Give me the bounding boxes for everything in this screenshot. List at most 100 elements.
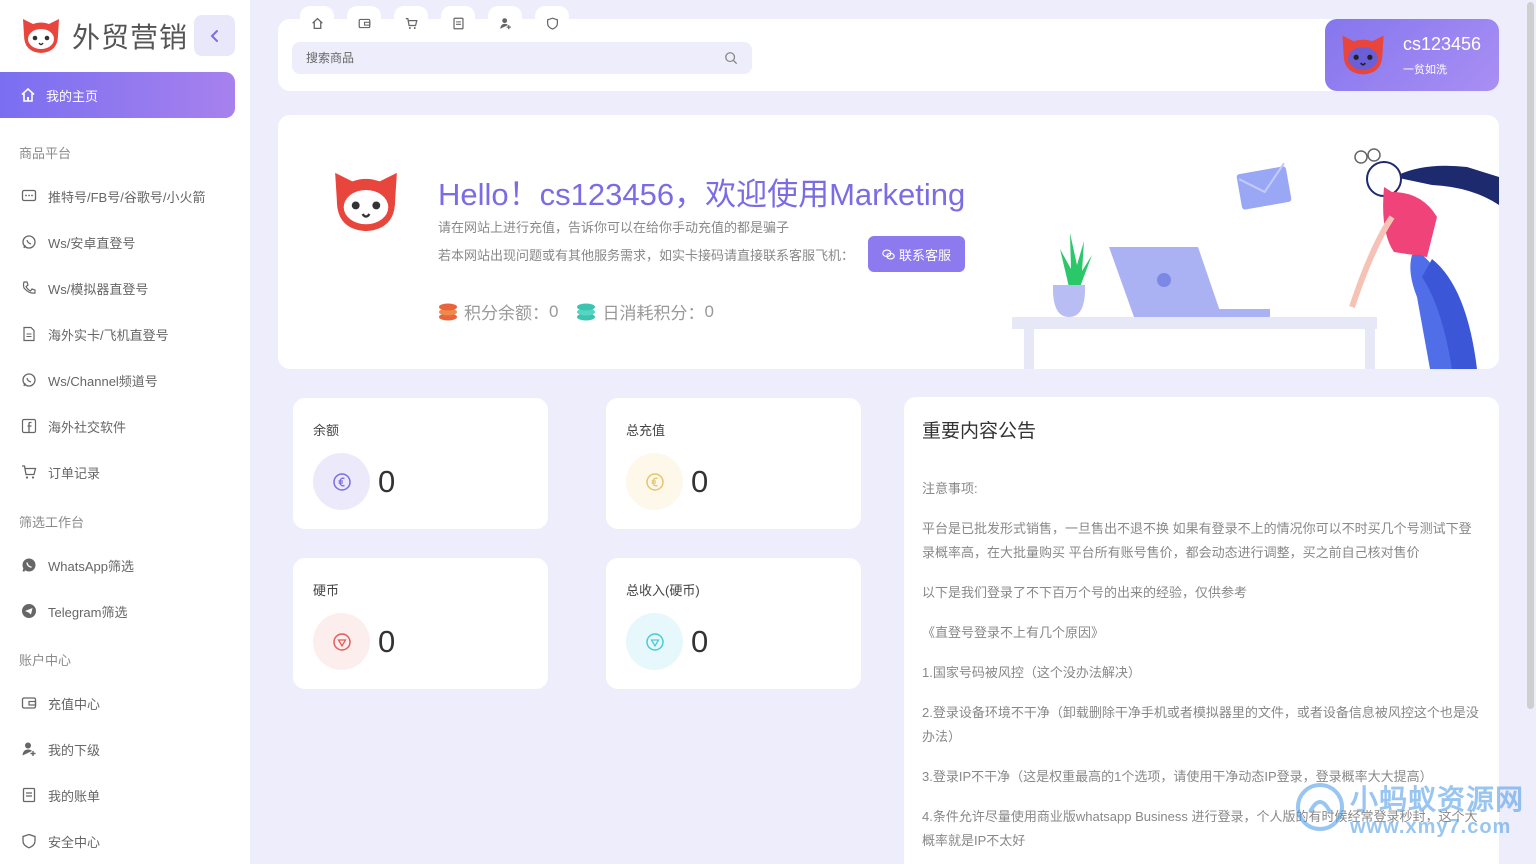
cat-logo-icon bbox=[23, 19, 59, 53]
brand[interactable]: 外贸营销 bbox=[20, 14, 188, 58]
stat-card-balance: 余额 0 bbox=[293, 398, 548, 529]
points-balance-label: 积分余额： bbox=[464, 304, 549, 323]
shield-icon bbox=[546, 17, 558, 30]
quick-tab-cart[interactable] bbox=[394, 6, 428, 40]
sidebar-item-label: WhatsApp筛选 bbox=[48, 558, 134, 574]
sidebar-item-whatsapp-filter[interactable]: WhatsApp筛选 bbox=[0, 550, 250, 580]
cart-icon bbox=[20, 463, 38, 481]
collapse-sidebar-button[interactable] bbox=[194, 15, 235, 56]
stat-icon-circle bbox=[626, 453, 683, 510]
sidebar-item-orders[interactable]: 订单记录 bbox=[0, 457, 250, 487]
sidebar-item-telegram-filter[interactable]: Telegram筛选 bbox=[0, 596, 250, 626]
avatar bbox=[1342, 35, 1384, 75]
welcome-illustration bbox=[1012, 148, 1499, 369]
sidebar-item-label: 充值中心 bbox=[48, 696, 101, 712]
quick-tab-bill[interactable] bbox=[441, 6, 475, 40]
euro-icon bbox=[332, 472, 351, 491]
stat-value: 0 bbox=[378, 464, 396, 499]
sidebar-item-twitter-fb-google[interactable]: 推特号/FB号/谷歌号/小火箭 bbox=[0, 181, 250, 211]
announcement-paragraph: 2.登录设备环境不干净（卸载删除干净手机或者模拟器里的文件，或者设备信息被风控这… bbox=[922, 705, 1479, 744]
whatsapp-icon bbox=[20, 371, 38, 389]
home-icon bbox=[311, 17, 323, 29]
user-card[interactable]: cs123456 一贫如洗 bbox=[1325, 19, 1499, 91]
sidebar-item-security[interactable]: 安全中心 bbox=[0, 826, 250, 856]
stat-label: 总收入(硬币) bbox=[626, 583, 700, 598]
announcement-title: 重要内容公告 bbox=[922, 421, 1037, 442]
whatsapp-icon bbox=[20, 233, 38, 251]
sidebar-item-overseas-card[interactable]: 海外实卡/飞机直登号 bbox=[0, 319, 250, 349]
wallet-icon bbox=[20, 694, 38, 712]
announcement-paragraph: 以下是我们登录了不下百万个号的出来的经验，仅供参考 bbox=[922, 585, 1248, 600]
database-icon bbox=[577, 303, 596, 320]
coins-stack-icon bbox=[439, 303, 457, 320]
sidebar-item-ws-emulator[interactable]: Ws/模拟器直登号 bbox=[0, 273, 250, 303]
points-balance-value: 0 bbox=[549, 301, 559, 321]
welcome-card: Hello！cs123456，欢迎使用Marketing 请在网站上进行充值，告… bbox=[278, 115, 1499, 369]
sidebar-item-subordinates[interactable]: 我的下级 bbox=[0, 734, 250, 764]
welcome-title: Hello！cs123456，欢迎使用Marketing bbox=[438, 177, 966, 212]
brand-name: 外贸营销 bbox=[72, 22, 189, 53]
stat-label: 总充值 bbox=[626, 423, 666, 438]
announcement-paragraph: 《直登号登录不上有几个原因》 bbox=[922, 625, 1105, 640]
watermark-text: 小蚂蚁资源网 bbox=[1350, 784, 1525, 815]
quick-tab-security[interactable] bbox=[535, 6, 569, 40]
welcome-notice-line: 请在网站上进行充值，告诉你可以在给你手动充值的都是骗子 bbox=[438, 220, 790, 235]
facebook-icon bbox=[20, 417, 38, 435]
sidebar-item-label: 我的账单 bbox=[48, 788, 101, 804]
telegram-icon bbox=[20, 602, 38, 620]
quick-tabs bbox=[300, 6, 582, 40]
user-name: cs123456 bbox=[1403, 33, 1482, 54]
search-input[interactable] bbox=[306, 51, 724, 65]
user-icon bbox=[20, 740, 38, 758]
sidebar-item-bills[interactable]: 我的账单 bbox=[0, 780, 250, 810]
announcement-paragraph: 平台是已批发形式销售，一旦售出不退不换 如果有登录不上的情况你可以不时买几个号测… bbox=[922, 521, 1472, 560]
bill-icon bbox=[20, 786, 38, 804]
section-title-products: 商品平台 bbox=[19, 146, 72, 161]
sidebar-item-label: 我的主页 bbox=[46, 88, 99, 104]
sidebar-item-label: 推特号/FB号/谷歌号/小火箭 bbox=[48, 189, 206, 205]
stat-card-coins: 硬币 0 bbox=[293, 558, 548, 689]
sidebar-item-recharge[interactable]: 充值中心 bbox=[0, 688, 250, 718]
envelope-icon bbox=[1236, 162, 1292, 210]
bill-icon bbox=[452, 17, 464, 29]
quick-tab-wallet[interactable] bbox=[347, 6, 381, 40]
watermark: 小蚂蚁资源网 www.xmy7.com bbox=[1295, 778, 1535, 850]
sidebar: 外贸营销 我的主页 商品平台 推特号/FB号/谷歌号/小火箭 Ws/安卓直登号 … bbox=[0, 0, 250, 864]
chevron-left-icon bbox=[210, 29, 218, 42]
stat-card-total-recharge: 总充值 0 bbox=[606, 398, 861, 529]
wallet-icon bbox=[358, 18, 370, 28]
sidebar-item-label: Ws/安卓直登号 bbox=[48, 235, 136, 251]
watermark-logo-icon bbox=[1296, 783, 1344, 831]
euro-icon bbox=[645, 472, 664, 491]
section-title-account: 账户中心 bbox=[19, 653, 72, 668]
sidebar-item-social-software[interactable]: 海外社交软件 bbox=[0, 411, 250, 441]
daily-points-value: 0 bbox=[704, 301, 714, 321]
quick-tab-user[interactable] bbox=[488, 6, 522, 40]
sidebar-item-home[interactable]: 我的主页 bbox=[0, 72, 235, 118]
user-icon bbox=[499, 17, 511, 29]
contact-support-button[interactable]: 联系客服 bbox=[868, 236, 965, 272]
sidebar-item-ws-channel[interactable]: Ws/Channel频道号 bbox=[0, 365, 250, 395]
document-icon bbox=[20, 325, 38, 343]
search-icon[interactable] bbox=[724, 51, 738, 65]
watermark-url: www.xmy7.com bbox=[1350, 816, 1512, 838]
stat-label: 余额 bbox=[313, 423, 340, 438]
stat-label: 硬币 bbox=[313, 583, 340, 598]
announcement-paragraph: 1.国家号码被风控（这个没办法解决） bbox=[922, 665, 1141, 680]
quick-tab-home[interactable] bbox=[300, 6, 334, 40]
sidebar-item-label: 我的下级 bbox=[48, 742, 101, 758]
contact-support-label: 联系客服 bbox=[898, 247, 951, 263]
welcome-contact-line: 若本网站出现问题或有其他服务需求，如实卡接码请直接联系客服飞机： bbox=[438, 248, 855, 263]
coin-icon bbox=[332, 632, 351, 651]
user-motto: 一贫如洗 bbox=[1403, 63, 1447, 76]
sidebar-item-label: Ws/Channel频道号 bbox=[48, 373, 158, 389]
home-icon bbox=[21, 87, 35, 102]
cart-icon bbox=[405, 17, 418, 29]
stat-card-total-income: 总收入(硬币) 0 bbox=[606, 558, 861, 689]
sidebar-item-label: Telegram筛选 bbox=[48, 604, 128, 620]
announcement-paragraph: 注意事项: bbox=[922, 481, 978, 496]
section-title-filter: 筛选工作台 bbox=[19, 515, 85, 530]
sidebar-item-ws-android[interactable]: Ws/安卓直登号 bbox=[0, 227, 250, 257]
cat-logo-icon bbox=[335, 172, 397, 232]
page-scrollbar[interactable] bbox=[1527, 2, 1534, 709]
